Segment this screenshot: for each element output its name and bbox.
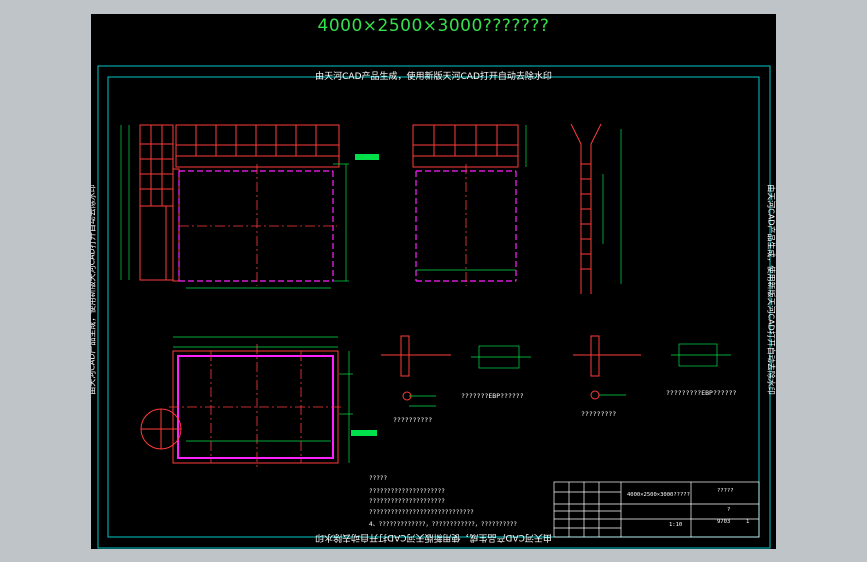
watermark-banner-top: 由天河CAD产品生成，使用新版天河CAD打开自动去除水印 bbox=[315, 72, 552, 82]
drawing-title: 4000×2500×3000??????? bbox=[317, 16, 550, 36]
watermark-banner-left: 由天河CAD产品生成，使用新版天河CAD打开自动去除水印 bbox=[91, 184, 97, 395]
title-block-company: ????? bbox=[717, 488, 734, 494]
front-elevation-view bbox=[120, 124, 379, 289]
notes-line-1: ????????????????????? bbox=[369, 488, 445, 495]
cad-viewport[interactable]: 4000×2500×3000??????? 由天河CAD产品生成，使用新版天河C… bbox=[91, 14, 776, 549]
notes-line-3: ????????????????????????????? bbox=[369, 509, 474, 516]
ladder-side-view bbox=[570, 123, 622, 294]
notes-heading: ????? bbox=[369, 475, 388, 482]
watermark-banner-right: 由天河CAD产品生成，使用新版天河CAD打开自动去除水印 bbox=[766, 184, 776, 395]
detail-label-3: ????????? bbox=[581, 410, 617, 418]
watermark-banner-bottom: 由天河CAD产品生成，使用新版天河CAD打开自动去除水印 bbox=[315, 532, 552, 542]
title-block-drawing-name: 4000×2500×3000????? bbox=[627, 492, 690, 498]
title-block-cell-2: 1:10 bbox=[669, 522, 683, 528]
notes-line-4: 4、?????????????，????????????，?????????? bbox=[369, 521, 518, 528]
title-block-cell-1: ? bbox=[727, 507, 731, 513]
detail-label-4: ?????????EBP?????? bbox=[666, 389, 737, 397]
side-elevation-view bbox=[412, 124, 527, 286]
detail-label-2: ???????EBP?????? bbox=[461, 392, 524, 400]
detail-label-1: ?????????? bbox=[393, 416, 433, 424]
notes-line-2: ????????????????????? bbox=[369, 498, 445, 505]
plan-view bbox=[140, 336, 377, 469]
cad-drawing bbox=[97, 65, 771, 549]
title-block-cell-4: 1 bbox=[746, 519, 750, 525]
title-block-cell-3: 9703 bbox=[717, 519, 731, 525]
